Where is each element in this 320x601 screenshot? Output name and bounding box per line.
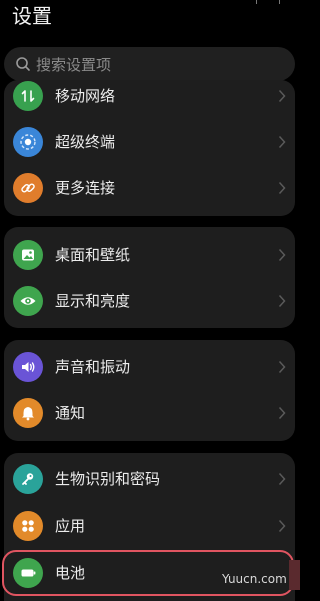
chevron-right-icon (278, 248, 286, 262)
settings-item-more-connections[interactable]: 更多连接 (4, 165, 295, 211)
settings-item-sound-vibration[interactable]: 声音和振动 (4, 344, 295, 390)
edge-mark (289, 560, 300, 590)
page-title: 设置 (12, 4, 52, 28)
settings-item-wallpaper[interactable]: 桌面和壁纸 (4, 232, 295, 278)
chevron-right-icon (278, 406, 286, 420)
search-input[interactable]: 搜索设置项 (4, 47, 295, 81)
watermark: Yuucn.com (222, 572, 287, 586)
settings-item-super-device[interactable]: 超级终端 (4, 119, 295, 165)
settings-group-sound-notify: 声音和振动 通知 (4, 340, 295, 441)
settings-item-mobile-network[interactable]: 移动网络 (4, 80, 295, 119)
settings-item-biometrics-password[interactable]: 生物识别和密码 (4, 456, 295, 502)
settings-item-label: 显示和亮度 (55, 292, 131, 310)
settings-group-connectivity: 移动网络 超级终端 更多连接 (4, 80, 295, 216)
settings-item-label: 超级终端 (55, 133, 116, 151)
chevron-right-icon (278, 519, 286, 533)
chevron-right-icon (278, 89, 286, 103)
apps-icon (13, 511, 43, 541)
eye-icon (13, 286, 43, 316)
settings-item-label: 生物识别和密码 (55, 470, 161, 488)
settings-item-display-brightness[interactable]: 显示和亮度 (4, 278, 295, 324)
settings-item-label: 桌面和壁纸 (55, 246, 131, 264)
super-device-icon (13, 127, 43, 157)
chevron-right-icon (278, 181, 286, 195)
settings-group-display: 桌面和壁纸 显示和亮度 (4, 227, 295, 328)
wallpaper-icon (13, 240, 43, 270)
settings-item-notifications[interactable]: 通知 (4, 390, 295, 436)
chevron-right-icon (278, 472, 286, 486)
settings-item-apps[interactable]: 应用 (4, 503, 295, 549)
settings-item-label: 通知 (55, 404, 86, 422)
chevron-right-icon (278, 294, 286, 308)
key-icon (13, 464, 43, 494)
search-placeholder: 搜索设置项 (36, 55, 112, 74)
settings-item-label: 移动网络 (55, 87, 116, 105)
top-corner-mark (256, 0, 280, 4)
link-icon (13, 173, 43, 203)
settings-item-label: 声音和振动 (55, 358, 131, 376)
settings-item-label: 应用 (55, 517, 86, 535)
speaker-icon (13, 352, 43, 382)
settings-item-label: 更多连接 (55, 179, 116, 197)
search-icon (14, 55, 32, 73)
mobile-network-icon (13, 81, 43, 111)
bell-icon (13, 398, 43, 428)
chevron-right-icon (278, 360, 286, 374)
chevron-right-icon (278, 135, 286, 149)
